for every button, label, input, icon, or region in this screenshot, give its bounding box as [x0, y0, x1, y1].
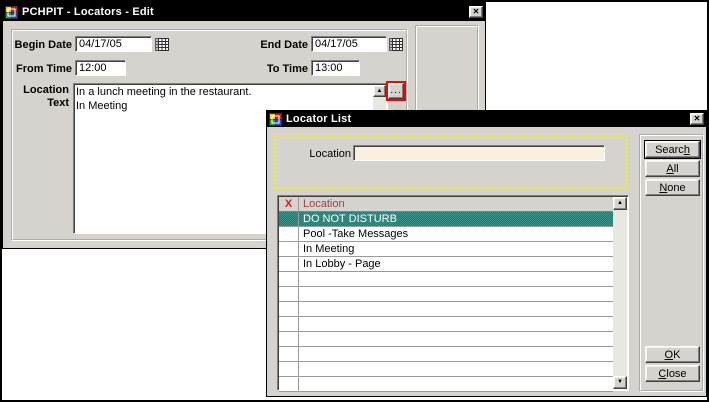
list-header-x: X — [279, 197, 299, 211]
locator-window-title: Locator List — [286, 113, 687, 125]
action-button-panel: Search All None OK Close — [639, 134, 704, 392]
list-item-label: In Lobby - Page — [299, 257, 613, 271]
list-empty-row — [279, 272, 613, 287]
none-button-label: one — [667, 182, 685, 194]
location-text-label-line1: Location — [23, 84, 69, 96]
edit-window-titlebar[interactable]: PCHPIT - Locators - Edit ✕ — [3, 3, 485, 21]
locator-window-close-button close-icon[interactable]: ✕ — [690, 113, 704, 125]
ellipsis-highlight-outline: ... — [386, 81, 406, 101]
end-date-label: End Date — [203, 39, 308, 51]
locator-list-grid: X Location DO NOT DISTURB Pool -Take Mes… — [279, 197, 613, 389]
begin-date-input[interactable] — [75, 36, 152, 52]
ok-button-label: K — [673, 349, 680, 361]
calendar-icon — [389, 38, 403, 51]
search-criteria-panel — [274, 135, 627, 189]
list-empty-row — [279, 287, 613, 302]
list-item-in-meeting[interactable]: In Meeting — [279, 242, 613, 257]
to-time-label: To Time — [203, 63, 308, 75]
list-item-label: Pool -Take Messages — [299, 227, 613, 241]
close-button-label: lose — [666, 368, 686, 380]
list-empty-row — [279, 317, 613, 332]
list-item-label: DO NOT DISTURB — [299, 212, 613, 226]
calendar-icon — [155, 38, 169, 51]
locator-window-titlebar[interactable]: Locator List ✕ — [267, 111, 706, 127]
app-icon — [269, 113, 283, 126]
location-search-input[interactable] — [353, 145, 605, 161]
search-button-label: Searc — [655, 144, 684, 156]
close-button[interactable]: Close — [645, 365, 700, 382]
ok-button[interactable]: OK — [645, 346, 700, 363]
list-empty-row — [279, 332, 613, 347]
list-empty-row — [279, 302, 613, 317]
list-empty-row — [279, 362, 613, 377]
list-item-label: In Meeting — [299, 242, 613, 256]
locator-list-scrollbar[interactable]: ▲ ▼ — [613, 197, 627, 389]
scroll-up-icon[interactable]: ▲ — [613, 197, 627, 210]
edit-window-title: PCHPIT - Locators - Edit — [22, 6, 466, 18]
list-item-x-cell — [279, 242, 299, 256]
to-time-input[interactable] — [311, 60, 360, 76]
list-header-location: Location — [299, 197, 613, 211]
list-item-x-cell — [279, 212, 299, 226]
scroll-up-icon[interactable]: ▲ — [373, 85, 386, 97]
location-text-label-line2: Text — [47, 97, 69, 109]
locator-list-box: X Location DO NOT DISTURB Pool -Take Mes… — [277, 195, 629, 391]
list-empty-row — [279, 377, 613, 392]
app-icon — [5, 6, 19, 19]
from-time-label: From Time — [3, 63, 72, 75]
scroll-down-icon[interactable]: ▼ — [613, 376, 627, 389]
begin-date-label: Begin Date — [3, 39, 72, 51]
all-button-label: ll — [674, 163, 679, 175]
screenshot-canvas: PCHPIT - Locators - Edit ✕ Begin Date En… — [0, 0, 709, 402]
edit-window-close-button close-icon[interactable]: ✕ — [469, 6, 483, 18]
list-header-row: X Location — [279, 197, 613, 212]
begin-date-calendar-button[interactable] — [154, 36, 170, 52]
list-item-do-not-disturb[interactable]: DO NOT DISTURB — [279, 212, 613, 227]
locator-list-window: Locator List ✕ Location X Location DO NO… — [266, 110, 707, 397]
all-button[interactable]: All — [645, 160, 700, 177]
location-text-label: LocationText — [3, 84, 69, 110]
from-time-input[interactable] — [75, 60, 126, 76]
none-button[interactable]: None — [645, 179, 700, 196]
end-date-input[interactable] — [311, 36, 387, 52]
list-item-pool-take-messages[interactable]: Pool -Take Messages — [279, 227, 613, 242]
list-item-x-cell — [279, 227, 299, 241]
list-item-in-lobby-page[interactable]: In Lobby - Page — [279, 257, 613, 272]
search-button[interactable]: Search — [645, 141, 700, 158]
end-date-calendar-button[interactable] — [388, 36, 404, 52]
list-empty-row — [279, 347, 613, 362]
location-search-label: Location — [287, 148, 351, 160]
list-item-x-cell — [279, 257, 299, 271]
open-locator-list-button ellipsis-icon[interactable]: ... — [388, 83, 404, 99]
